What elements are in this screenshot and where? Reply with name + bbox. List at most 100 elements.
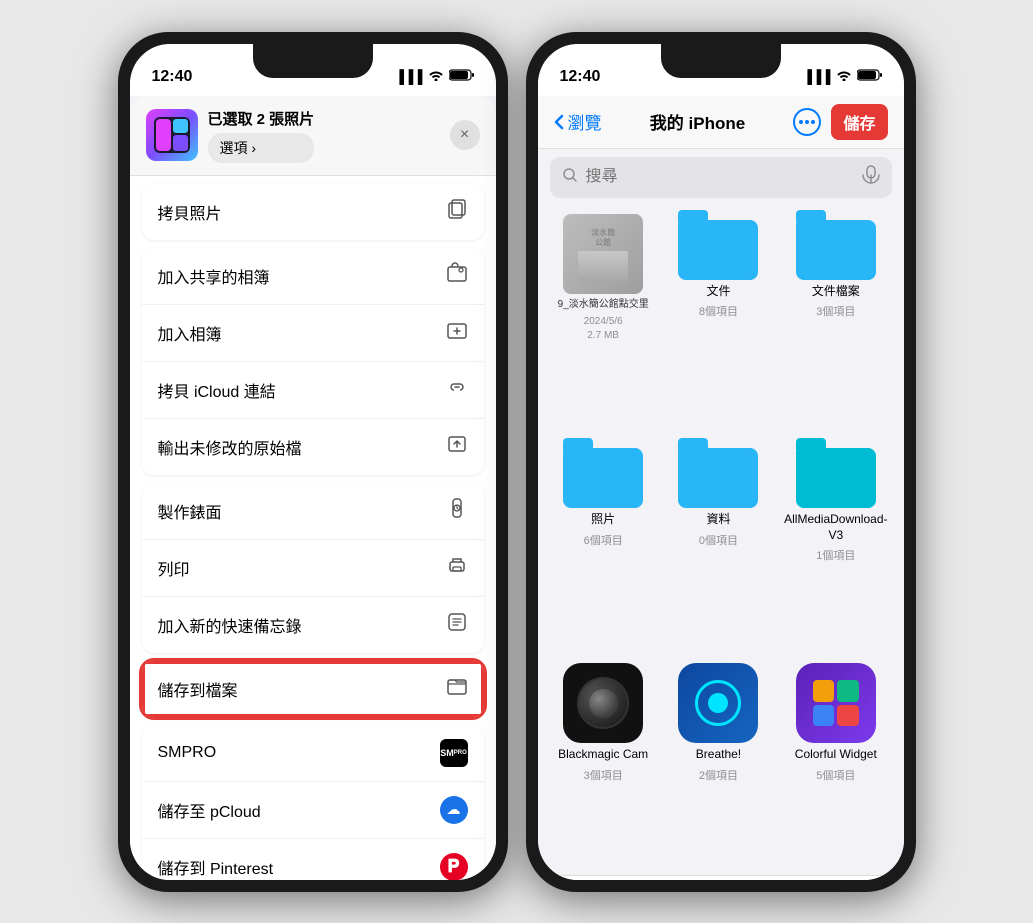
status-time-right: 12:40 xyxy=(560,68,601,86)
file-item-allmedia[interactable]: AllMediaDownload-V3 1個項目 xyxy=(784,442,887,647)
folder-doc-files-icon xyxy=(796,214,876,280)
folder-body xyxy=(678,448,758,508)
menu-item-add-album-label: 加入相簿 xyxy=(158,321,222,345)
files-bottom-bar: 2個項目 ◯ 標籤 xyxy=(538,875,904,880)
menu-item-smpro-label: SMPRO xyxy=(158,744,217,762)
share-close-button[interactable]: × xyxy=(450,120,480,150)
menu-section-1: 拷貝照片 xyxy=(142,184,484,240)
wifi-icon xyxy=(428,69,444,84)
save-to-files-icon xyxy=(446,675,468,703)
pinterest-icon: 𝐏 xyxy=(440,853,468,880)
files-nav: 瀏覽 我的 iPhone 儲存 xyxy=(538,96,904,149)
file-item-allmedia-count: 1個項目 xyxy=(816,547,855,563)
folder-data-icon xyxy=(678,442,758,508)
menu-item-copy-photo[interactable]: 拷貝照片 xyxy=(142,184,484,240)
file-item-colorful-widget[interactable]: Colorful Widget 5個項目 xyxy=(784,663,887,866)
breathe-circle xyxy=(695,680,741,726)
menu-item-save-to-files[interactable]: 儲存到檔案 xyxy=(142,661,484,717)
file-item-photos[interactable]: 照片 6個項目 xyxy=(554,442,653,647)
folder-documents-icon xyxy=(678,214,758,280)
file-item-photos-count: 6個項目 xyxy=(584,532,623,548)
file-item-documents[interactable]: 文件 8個項目 xyxy=(669,214,768,427)
file-item-allmedia-name: AllMediaDownload-V3 xyxy=(784,512,887,543)
files-back-label[interactable]: 瀏覽 xyxy=(568,109,602,134)
status-bar-left: 12:40 ▐▐▐ xyxy=(130,44,496,96)
file-item-data[interactable]: 資料 0個項目 xyxy=(669,442,768,647)
quick-note-icon xyxy=(446,611,468,639)
right-phone: 12:40 ▐▐▐ 瀏覽 我的 iPhone xyxy=(526,32,916,892)
menu-item-print[interactable]: 列印 xyxy=(142,540,484,597)
share-options-button[interactable]: 選項 › xyxy=(208,133,315,163)
status-icons-right: ▐▐▐ xyxy=(803,69,882,84)
share-header: 已選取 2 張照片 選項 › × xyxy=(130,96,496,176)
menu-item-smpro[interactable]: SMPRO SMPRO xyxy=(142,725,484,782)
bm-lens-inner xyxy=(588,688,618,718)
file-item-preview[interactable]: 淡水簡公館 9_淡水簡公館點交里 2024/5/62.7 MB xyxy=(554,214,653,427)
watch-face-icon xyxy=(446,497,468,525)
share-selected-count: 已選取 2 張照片 xyxy=(208,108,315,129)
file-item-doc-files[interactable]: 文件檔案 3個項目 xyxy=(784,214,887,427)
menu-item-icloud-link[interactable]: 拷貝 iCloud 連結 xyxy=(142,362,484,419)
menu-item-add-album[interactable]: 加入相簿 xyxy=(142,305,484,362)
menu-item-pcloud[interactable]: 儲存至 pCloud ☁ xyxy=(142,782,484,839)
files-more-button[interactable] xyxy=(793,108,821,136)
file-preview-thumbnail: 淡水簡公館 xyxy=(563,214,643,294)
colorful-widget-icon xyxy=(796,663,876,743)
wg-cell-2 xyxy=(837,680,859,702)
files-save-button[interactable]: 儲存 xyxy=(831,104,887,140)
files-grid: 淡水簡公館 9_淡水簡公館點交里 2024/5/62.7 MB 文件 xyxy=(538,206,904,875)
file-item-breathe-name: Breathe! xyxy=(696,747,741,763)
file-item-breathe[interactable]: Breathe! 2個項目 xyxy=(669,663,768,866)
files-search-input[interactable] xyxy=(586,168,854,186)
menu-list: 拷貝照片 加入共享的相簿 加入相簿 xyxy=(130,176,496,880)
files-nav-title: 我的 iPhone xyxy=(602,109,794,134)
file-item-photos-name: 照片 xyxy=(591,512,615,528)
file-preview-inner: 淡水簡公館 xyxy=(563,214,643,294)
wg-cell-1 xyxy=(813,680,835,702)
folder-tab xyxy=(678,210,708,222)
file-item-doc-files-name: 文件檔案 xyxy=(812,284,860,300)
file-item-documents-count: 8個項目 xyxy=(699,303,738,319)
share-thumbnail xyxy=(146,109,198,161)
menu-item-export-original-label: 輸出未修改的原始檔 xyxy=(158,435,302,459)
bm-lens xyxy=(577,677,629,729)
shared-album-icon xyxy=(446,262,468,290)
left-phone-screen: 12:40 ▐▐▐ xyxy=(130,44,496,880)
file-item-breathe-count: 2個項目 xyxy=(699,767,738,783)
more-icon xyxy=(793,108,821,136)
signal-icon: ▐▐▐ xyxy=(395,69,423,84)
files-search xyxy=(550,157,892,198)
share-header-info: 已選取 2 張照片 選項 › xyxy=(208,108,315,163)
microphone-icon xyxy=(862,165,880,190)
folder-body xyxy=(796,220,876,280)
menu-item-pinterest[interactable]: 儲存到 Pinterest 𝐏 xyxy=(142,839,484,880)
file-item-blackmagic[interactable]: Blackmagic Cam 3個項目 xyxy=(554,663,653,866)
files-save-label: 儲存 xyxy=(843,116,875,133)
file-item-documents-name: 文件 xyxy=(706,284,730,300)
smpro-icon: SMPRO xyxy=(440,739,468,767)
menu-section-2: 加入共享的相簿 加入相簿 拷貝 iCloud 連結 xyxy=(142,248,484,475)
print-icon xyxy=(446,554,468,582)
folder-allmedia-icon xyxy=(796,442,876,508)
menu-item-shared-album[interactable]: 加入共享的相簿 xyxy=(142,248,484,305)
menu-item-quick-note[interactable]: 加入新的快速備忘錄 xyxy=(142,597,484,653)
menu-item-make-watch-face[interactable]: 製作錶面 xyxy=(142,483,484,540)
menu-item-pcloud-label: 儲存至 pCloud xyxy=(158,798,261,822)
folder-tab xyxy=(796,210,826,222)
wg-cell-3 xyxy=(813,705,835,727)
left-phone: 12:40 ▐▐▐ xyxy=(118,32,508,892)
blackmagic-cam-icon xyxy=(563,663,643,743)
export-original-icon xyxy=(446,433,468,461)
breathe-inner xyxy=(708,693,728,713)
menu-item-export-original[interactable]: 輸出未修改的原始檔 xyxy=(142,419,484,475)
file-item-preview-name: 9_淡水簡公館點交里 xyxy=(558,298,649,311)
menu-item-quick-note-label: 加入新的快速備忘錄 xyxy=(158,613,302,637)
icloud-link-icon xyxy=(446,376,468,404)
menu-item-make-watch-face-label: 製作錶面 xyxy=(158,499,222,523)
file-item-data-count: 0個項目 xyxy=(699,532,738,548)
file-item-data-name: 資料 xyxy=(706,512,730,528)
menu-item-copy-photo-label: 拷貝照片 xyxy=(158,200,222,224)
share-options-label: 選項 › xyxy=(220,138,257,158)
folder-tab xyxy=(678,438,708,450)
menu-section-4: 儲存到檔案 xyxy=(142,661,484,717)
